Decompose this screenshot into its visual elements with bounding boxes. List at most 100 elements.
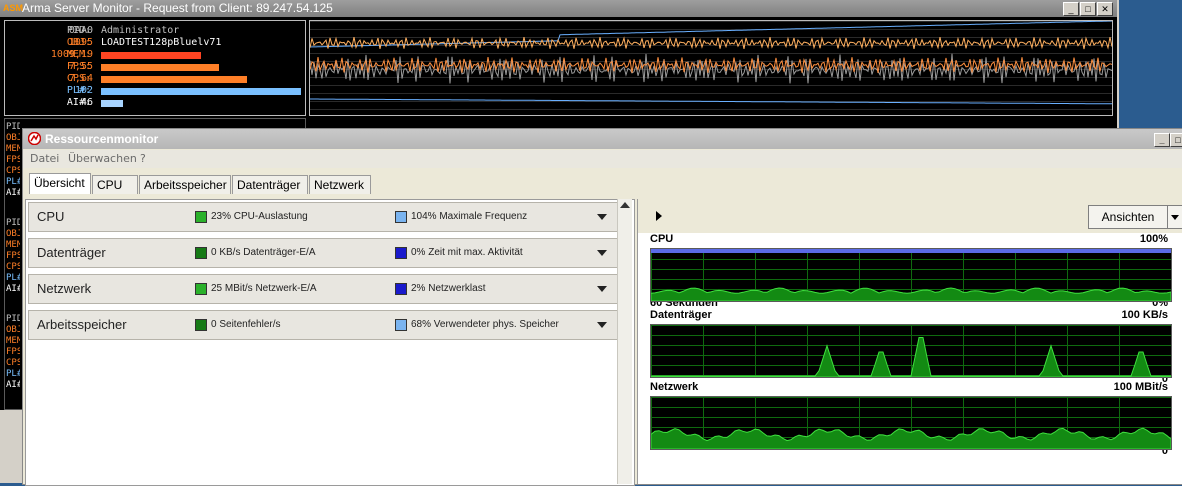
asm-stub-label: AI# xyxy=(6,380,20,390)
collapse-pane-icon[interactable] xyxy=(656,211,662,221)
asm-stub-label: AI# xyxy=(6,188,20,198)
asm-stub-label: CPS xyxy=(6,166,20,176)
legend-swatch xyxy=(195,247,207,259)
expand-chevron-icon[interactable] xyxy=(597,286,607,292)
menu-bar: Datei Überwachen ? xyxy=(23,150,1182,168)
rm-titlebar[interactable]: Ressourcenmonitor _ □ xyxy=(23,129,1182,149)
tab-cpu[interactable]: CPU xyxy=(92,175,138,194)
asm-stub-label: MEM xyxy=(6,144,20,154)
legend-swatch xyxy=(395,319,407,331)
legend-swatch xyxy=(195,211,207,223)
section-stat-1: 0 Seitenfehler/s xyxy=(211,319,281,330)
section-title: Netzwerk xyxy=(37,281,92,296)
asm-title-text: Arma Server Monitor - Request from Clien… xyxy=(22,1,333,15)
asm-performance-graph xyxy=(309,20,1113,116)
section-stat-2: 68% Verwendeter phys. Speicher xyxy=(411,319,559,330)
asm-stub-label: PL# xyxy=(6,369,20,379)
asm-stub-label: MEM xyxy=(6,240,20,250)
section-stat-2: 104% Maximale Frequenz xyxy=(411,211,528,222)
asm-stub-label: CPS xyxy=(6,262,20,272)
graph-1 xyxy=(650,324,1172,378)
asm-trace-fps xyxy=(310,36,1112,50)
graph-toolbar: Ansichten xyxy=(638,199,1182,233)
graph-title: Netzwerk xyxy=(650,381,699,393)
asm-stub-label: MEM xyxy=(6,336,20,346)
asm-titlebar[interactable]: ASM Arma Server Monitor - Request from C… xyxy=(0,0,1117,17)
section-title: Arbeitsspeicher xyxy=(37,317,127,332)
expand-chevron-icon[interactable] xyxy=(597,322,607,328)
asm-stub-label: OBJ xyxy=(6,229,20,239)
asm-stub-label: FPS xyxy=(6,155,20,165)
menu-help[interactable]: ? xyxy=(140,150,146,168)
tab-uebersicht[interactable]: Übersicht xyxy=(29,173,91,194)
overview-scrollbar[interactable] xyxy=(617,199,632,484)
tab-netzwerk[interactable]: Netzwerk xyxy=(309,175,371,194)
resource-monitor-icon xyxy=(28,132,41,145)
asm-stub-label: FPS xyxy=(6,251,20,261)
views-dropdown-button[interactable] xyxy=(1167,205,1182,229)
graph-title: CPU xyxy=(650,233,674,245)
graph-svg xyxy=(651,325,1171,377)
graph-2 xyxy=(650,396,1172,450)
asm-trace-cps xyxy=(310,53,1112,84)
asm-stub-label: PID xyxy=(6,218,20,228)
asm-stub-label: OBJ xyxy=(6,133,20,143)
graph-frequency-line xyxy=(651,249,1171,253)
overview-pane: CPU 23% CPU-Auslastung 104% Maximale Frequ… xyxy=(25,199,635,486)
asm-stub-label: AI# xyxy=(6,284,20,294)
graph-max-label: 100 KB/s xyxy=(1121,309,1168,321)
tab-arbeitsspeicher[interactable]: Arbeitsspeicher xyxy=(139,175,231,194)
rm-maximize-button[interactable]: □ xyxy=(1170,133,1182,147)
asm-stat-bar xyxy=(101,88,301,95)
section-stat-1: 0 KB/s Datenträger-E/A xyxy=(211,247,316,258)
rm-title-text: Ressourcenmonitor xyxy=(45,132,159,146)
section-title: Datenträger xyxy=(37,245,106,260)
expand-chevron-icon[interactable] xyxy=(597,214,607,220)
tab-bar: Übersicht CPU Arbeitsspeicher Datenträge… xyxy=(29,173,372,195)
asm-stat-bar xyxy=(101,64,219,71)
resource-monitor-window: Ressourcenmonitor _ □ Datei Überwachen ?… xyxy=(22,128,1182,486)
graph-svg xyxy=(651,397,1171,449)
section-arbeitsspeicher[interactable]: Arbeitsspeicher 0 Seitenfehler/s 68% Verwe… xyxy=(28,310,618,340)
desktop-strip xyxy=(0,410,22,483)
asm-stub-label: PID xyxy=(6,314,20,324)
rm-minimize-button[interactable]: _ xyxy=(1154,133,1170,147)
section-datenträger[interactable]: Datenträger 0 KB/s Datenträger-E/A 0% Zeit… xyxy=(28,238,618,268)
asm-stub-label: FPS xyxy=(6,347,20,357)
asm-stat-bar xyxy=(101,100,123,107)
expand-chevron-icon[interactable] xyxy=(597,250,607,256)
asm-stat-panel: PID: 0AA0 OBJ: 1095 MEM: 1009,19 FPS: 7,55 CPS: 7… xyxy=(4,20,306,116)
legend-swatch xyxy=(395,283,407,295)
chevron-down-icon xyxy=(1171,215,1179,220)
legend-swatch xyxy=(395,247,407,259)
menu-ueberwachen[interactable]: Überwachen xyxy=(68,150,137,168)
asm-stub-label: PID xyxy=(6,122,20,132)
section-title: CPU xyxy=(37,209,65,224)
graph-svg xyxy=(651,249,1171,301)
section-stat-1: 23% CPU-Auslastung xyxy=(211,211,308,222)
asm-stat-bar xyxy=(101,76,247,83)
legend-swatch xyxy=(395,211,407,223)
asm-stub-label: CPS xyxy=(6,358,20,368)
graph-pane: Ansichten CPU 100% 60 Sekunden 0% Datenträge… xyxy=(637,199,1182,484)
graph-title: Datenträger xyxy=(650,309,712,321)
legend-swatch xyxy=(195,319,207,331)
tab-datentraeger[interactable]: Datenträger xyxy=(232,175,308,194)
graph-max-label: 100 MBit/s xyxy=(1113,381,1168,393)
legend-swatch xyxy=(195,283,207,295)
close-button[interactable]: ✕ xyxy=(1097,2,1113,16)
section-stat-2: 0% Zeit mit max. Aktivität xyxy=(411,247,523,258)
section-stat-1: 25 MBit/s Netzwerk-E/A xyxy=(211,283,317,294)
scroll-up-icon[interactable] xyxy=(620,202,630,208)
section-cpu[interactable]: CPU 23% CPU-Auslastung 104% Maximale Frequ… xyxy=(28,202,618,232)
graph-0 xyxy=(650,248,1172,302)
section-netzwerk[interactable]: Netzwerk 25 MBit/s Netzwerk-E/A 2% Netzwer… xyxy=(28,274,618,304)
section-stat-2: 2% Netzwerklast xyxy=(411,283,486,294)
asm-graph-svg xyxy=(310,21,1112,110)
views-button[interactable]: Ansichten xyxy=(1088,205,1168,229)
asm-stat-bar xyxy=(101,52,201,59)
asm-logo-icon: ASM xyxy=(3,3,23,13)
minimize-button[interactable]: _ xyxy=(1063,2,1079,16)
maximize-button[interactable]: □ xyxy=(1080,2,1096,16)
menu-datei[interactable]: Datei xyxy=(30,150,59,168)
